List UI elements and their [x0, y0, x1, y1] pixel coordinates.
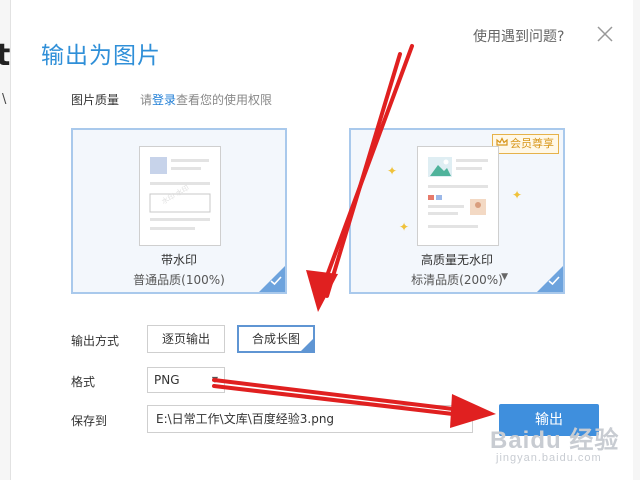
card-sub-hd: 标清品质(200%)	[411, 273, 503, 287]
save-to-label: 保存到	[71, 414, 108, 428]
check-icon	[270, 271, 282, 290]
document-hd-icon	[417, 146, 499, 246]
background-text: t	[0, 38, 11, 73]
watermark-sub: jingyan.baidu.com	[496, 452, 602, 464]
quality-card-watermark[interactable]: 水印 水印 带水印 普通品质(100%)	[71, 128, 287, 294]
page-by-page-button[interactable]: 逐页输出	[147, 325, 225, 353]
vip-badge-text: 会员尊享	[510, 137, 554, 150]
caret-down-icon: ▼	[211, 375, 218, 384]
selected-corner	[301, 339, 313, 351]
quality-label: 图片质量	[71, 93, 120, 107]
close-icon[interactable]	[595, 24, 615, 44]
format-value: PNG	[154, 373, 180, 387]
watermark-main: Baidu 经验	[490, 427, 620, 454]
vip-badge: 会员尊享	[492, 134, 559, 154]
output-mode-label: 输出方式	[71, 334, 120, 348]
login-hint-prefix: 请	[140, 93, 153, 107]
sparkle-icon: ✦	[399, 220, 410, 234]
login-hint: 请登录查看您的使用权限	[140, 91, 272, 108]
login-hint-suffix: 查看您的使用权限	[176, 93, 273, 107]
help-link[interactable]: 使用遇到问题?	[473, 26, 564, 46]
format-label: 格式	[71, 375, 96, 389]
quality-card-hd[interactable]: 会员尊享 ✦ ✦ ✦ 高质量无水印 标清品质(200%) ▼	[349, 128, 565, 294]
check-icon	[548, 271, 560, 290]
background-text-2: \	[2, 92, 7, 107]
browse-button[interactable]: ...	[455, 404, 466, 430]
login-link[interactable]: 登录	[152, 93, 176, 107]
document-watermark-icon: 水印 水印	[139, 146, 221, 246]
caret-down-icon[interactable]: ▼	[501, 272, 508, 282]
export-image-dialog: 输出为图片 使用遇到问题? 图片质量 请登录查看您的使用权限 水印 水印 带水印…	[10, 0, 633, 480]
dialog-title: 输出为图片	[41, 43, 161, 69]
sparkle-icon: ✦	[387, 164, 398, 178]
save-path-field[interactable]: E:\日常工作\文库\百度经验3.png ...	[147, 405, 473, 433]
long-image-label: 合成长图	[251, 332, 300, 346]
card-name-hd: 高质量无水印	[420, 253, 493, 267]
save-path-value: E:\日常工作\文库\百度经验3.png	[156, 412, 335, 426]
long-image-button[interactable]: 合成长图	[237, 325, 315, 353]
sparkle-icon: ✦	[512, 188, 523, 202]
card-sub-watermark: 普通品质(100%)	[133, 273, 225, 287]
svg-text:水印 水印: 水印 水印	[160, 183, 191, 206]
format-select[interactable]: PNG ▼	[147, 367, 225, 393]
baidu-watermark: Baidu 经验 jingyan.baidu.com	[486, 420, 636, 472]
card-name-watermark: 带水印	[160, 253, 197, 267]
